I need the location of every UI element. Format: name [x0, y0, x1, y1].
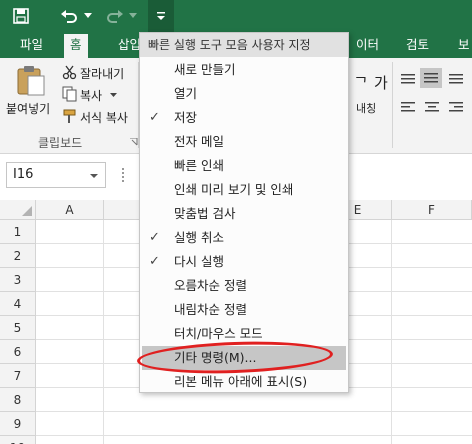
align-top-icon[interactable] — [400, 72, 416, 86]
menu-item-label: 전자 메일 — [174, 134, 224, 149]
menu-item-spelling[interactable]: 맞춤법 검사 — [140, 202, 348, 226]
menu-item-label: 인쇄 미리 보기 및 인쇄 — [174, 182, 294, 197]
menu-item-label: 열기 — [174, 86, 198, 101]
align-center-icon[interactable] — [424, 100, 440, 114]
font-size-decrease-button[interactable]: 가 — [374, 72, 388, 93]
gridline — [36, 435, 472, 436]
tab-review[interactable]: 검토 — [404, 32, 431, 58]
customize-qat-menu: 빠른 실행 도구 모음 사용자 지정 새로 만들기 열기 ✓ 저장 전자 메일 … — [139, 32, 349, 393]
menu-item-label: 맞춤법 검사 — [174, 206, 236, 221]
menu-item-sort-ascending[interactable]: 오름차순 정렬 — [140, 274, 348, 298]
format-painter-icon — [63, 109, 76, 123]
row-header[interactable]: 6 — [0, 340, 36, 364]
menu-item-label: 리본 메뉴 아래에 표시(S) — [174, 374, 308, 389]
gridline — [391, 220, 392, 444]
menu-item-new[interactable]: 새로 만들기 — [140, 58, 348, 82]
align-right-icon[interactable] — [448, 100, 464, 114]
tab-file[interactable]: 파일 — [18, 32, 45, 58]
redo-dropdown[interactable] — [128, 0, 138, 32]
align-middle-icon — [424, 73, 438, 83]
row-header[interactable]: 4 — [0, 292, 36, 316]
menu-item-label: 저장 — [174, 110, 198, 125]
cut-button[interactable]: 잘라내기 — [60, 62, 138, 84]
name-box-value: I16 — [13, 167, 34, 182]
clipboard-group-label: 클립보드 — [38, 136, 83, 150]
select-all-triangle-icon — [22, 206, 32, 216]
menu-item-label: 터치/마우스 모드 — [174, 326, 263, 341]
row-header[interactable]: 7 — [0, 364, 36, 388]
gridline — [103, 220, 104, 444]
menu-item-quick-print[interactable]: 빠른 인쇄 — [140, 154, 348, 178]
menu-item-label: 오름차순 정렬 — [174, 278, 247, 293]
column-header-f[interactable]: F — [392, 200, 472, 220]
dialog-launcher-icon[interactable] — [130, 138, 138, 146]
row-header[interactable]: 2 — [0, 244, 36, 268]
save-button[interactable] — [8, 0, 34, 32]
menu-item-label: 기타 명령(M)... — [174, 350, 257, 365]
redo-icon — [107, 10, 123, 23]
menu-item-touch-mouse-mode[interactable]: 터치/마우스 모드 — [140, 322, 348, 346]
customize-qat-icon — [157, 12, 165, 20]
menu-item-label: 다시 실행 — [174, 254, 224, 269]
menu-item-print-preview[interactable]: 인쇄 미리 보기 및 인쇄 — [140, 178, 348, 202]
check-icon: ✓ — [149, 110, 160, 125]
format-painter-button[interactable]: 서식 복사 — [60, 106, 138, 128]
row-header[interactable]: 9 — [0, 412, 36, 436]
menu-item-label: 빠른 인쇄 — [174, 158, 224, 173]
menu-item-sort-descending[interactable]: 내림차순 정렬 — [140, 298, 348, 322]
chevron-down-icon — [129, 13, 137, 18]
column-header-a[interactable]: A — [36, 200, 104, 220]
menu-item-label: 실행 취소 — [174, 230, 224, 245]
row-header[interactable]: 10 — [0, 436, 36, 444]
phonetic-button[interactable]: 내칭 — [356, 100, 376, 116]
align-left-icon[interactable] — [400, 100, 416, 114]
menu-item-save[interactable]: ✓ 저장 — [140, 106, 348, 130]
paste-icon — [17, 66, 45, 96]
paste-label: 붙여넣기 — [6, 102, 51, 116]
customize-qat-button[interactable] — [148, 0, 174, 32]
scissors-icon — [62, 65, 77, 80]
menu-item-label: 새로 만들기 — [174, 62, 236, 77]
tab-data[interactable]: 이터 — [354, 32, 381, 58]
check-icon: ✓ — [149, 254, 160, 269]
menu-header: 빠른 실행 도구 모음 사용자 지정 — [140, 33, 348, 57]
tab-home[interactable]: 홈 — [64, 34, 88, 58]
row-header[interactable]: 8 — [0, 388, 36, 412]
menu-item-more-commands[interactable]: 기타 명령(M)... — [142, 346, 346, 370]
formula-separator-dots — [122, 168, 124, 182]
row-header[interactable]: 3 — [0, 268, 36, 292]
menu-item-email[interactable]: 전자 메일 — [140, 130, 348, 154]
row-header[interactable]: 1 — [0, 220, 36, 244]
paste-button[interactable]: 붙여넣기 — [4, 62, 58, 118]
column-header-b[interactable] — [104, 200, 140, 220]
undo-button[interactable] — [58, 0, 80, 32]
gridline — [36, 411, 472, 412]
format-painter-label: 서식 복사 — [80, 111, 128, 125]
copy-button[interactable]: 복사 — [60, 84, 138, 106]
cut-label: 잘라내기 — [80, 67, 125, 81]
chevron-down-icon — [90, 174, 98, 178]
tab-view[interactable]: 보 — [456, 32, 472, 58]
menu-item-open[interactable]: 열기 — [140, 82, 348, 106]
save-icon — [13, 8, 29, 24]
name-box[interactable]: I16 — [6, 162, 106, 188]
copy-label: 복사 — [80, 89, 103, 103]
menu-item-undo[interactable]: ✓ 실행 취소 — [140, 226, 348, 250]
chevron-down-icon — [110, 93, 117, 97]
undo-dropdown[interactable] — [82, 0, 94, 32]
menu-item-show-below-ribbon[interactable]: 리본 메뉴 아래에 표시(S) — [140, 370, 348, 394]
ribbon-separator — [392, 62, 393, 148]
check-icon: ✓ — [149, 230, 160, 245]
menu-item-label: 내림차순 정렬 — [174, 302, 247, 317]
redo-button[interactable] — [104, 0, 126, 32]
quick-access-toolbar — [0, 0, 472, 32]
font-size-increase-button[interactable]: ᄀ — [354, 72, 368, 93]
menu-item-redo[interactable]: ✓ 다시 실행 — [140, 250, 348, 274]
align-bottom-icon[interactable] — [448, 72, 464, 86]
copy-icon — [62, 86, 77, 102]
row-header[interactable]: 5 — [0, 316, 36, 340]
chevron-down-icon — [84, 13, 92, 18]
undo-icon — [61, 10, 77, 23]
